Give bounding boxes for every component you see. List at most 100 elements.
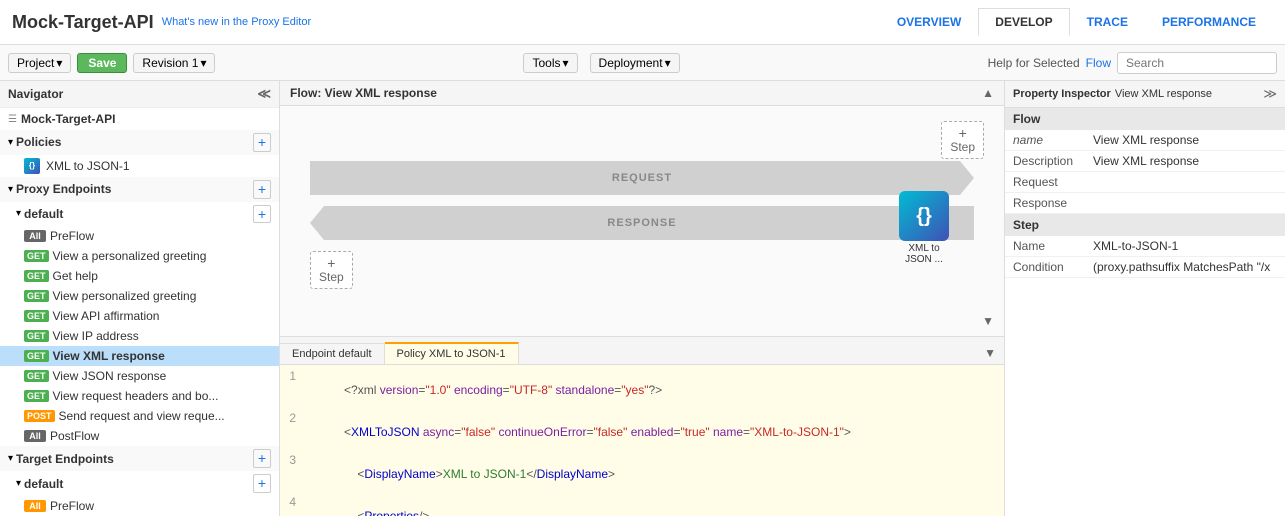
section-target-endpoints[interactable]: ▾ Target Endpoints + [0, 446, 279, 471]
help-label: Help for Selected [988, 56, 1080, 70]
target-endpoints-label: Target Endpoints [16, 452, 114, 466]
nav-view-api-affirmation[interactable]: GET View API affirmation [0, 306, 279, 326]
flow-scroll-up[interactable]: ▲ [982, 86, 994, 100]
tab-trace[interactable]: TRACE [1070, 8, 1145, 36]
flow-title: Flow: View XML response [290, 86, 437, 100]
nav-root-item[interactable]: ☰ Mock-Target-API [0, 108, 279, 130]
request-lane: REQUEST [310, 161, 974, 195]
target-default-section[interactable]: ▾ default + [0, 471, 279, 496]
nav-view-personalized-greeting[interactable]: GET View personalized greeting [0, 286, 279, 306]
nav-view-ip[interactable]: GET View IP address [0, 326, 279, 346]
tab-develop[interactable]: DEVELOP [978, 8, 1069, 36]
tab-performance[interactable]: PERFORMANCE [1145, 8, 1273, 36]
nav-view-json-response[interactable]: GET View JSON response [0, 366, 279, 386]
nav-target-preflow[interactable]: All PreFlow [0, 496, 279, 516]
line-num-1: 1 [280, 369, 304, 411]
prop-title: Property Inspector [1013, 88, 1111, 100]
section-proxy-endpoints[interactable]: ▾ Proxy Endpoints + [0, 177, 279, 202]
search-input[interactable] [1117, 52, 1277, 74]
prop-expand[interactable]: ≫ [1263, 86, 1277, 102]
prop-section-flow-title: Flow [1005, 108, 1285, 130]
policies-add[interactable]: + [253, 133, 271, 152]
nav-view-xml-response[interactable]: GET View XML response [0, 346, 279, 366]
code-area: Endpoint default Policy XML to JSON-1 ▼ … [280, 336, 1004, 516]
step-add-top[interactable]: + Step [941, 121, 984, 159]
flow-canvas-area: Flow: View XML response ▲ + Step REQUEST… [280, 81, 1004, 336]
property-inspector: Property Inspector View XML response ≫ F… [1005, 81, 1285, 516]
proxy-default-label: default [24, 207, 63, 221]
tab-policy-xml[interactable]: Policy XML to JSON-1 [385, 342, 519, 364]
line-num-4: 4 [280, 495, 304, 516]
revision-button[interactable]: Revision 1▾ [133, 53, 215, 73]
prop-row-step-name: Name XML-to-JSON-1 [1005, 236, 1285, 257]
nav-post-send-request[interactable]: POST Send request and view reque... [0, 406, 279, 426]
code-tabs-bar: Endpoint default Policy XML to JSON-1 ▼ [280, 337, 1004, 365]
flow-scroll-down[interactable]: ▼ [982, 314, 994, 328]
proxy-default-section[interactable]: ▾ default + [0, 202, 279, 227]
line-num-2: 2 [280, 411, 304, 453]
code-line-4: 4 <Properties/> [280, 495, 1004, 516]
prop-subtitle: View XML response [1115, 88, 1212, 100]
line-num-3: 3 [280, 453, 304, 495]
project-button[interactable]: Project▾ [8, 53, 71, 73]
header: Mock-Target-API What's new in the Proxy … [0, 0, 1285, 45]
nav-preflow-all[interactable]: All PreFlow [0, 226, 279, 246]
whats-new-link[interactable]: What's new in the Proxy Editor [162, 16, 311, 28]
proxy-endpoints-label: Proxy Endpoints [16, 182, 111, 196]
prop-flow-section: Flow name View XML response Description … [1005, 108, 1285, 214]
target-endpoints-add[interactable]: + [253, 449, 271, 468]
prop-val-name: View XML response [1093, 133, 1199, 147]
prop-section-step-title: Step [1005, 214, 1285, 236]
code-body: 1 <?xml version="1.0" encoding="UTF-8" s… [280, 365, 1004, 516]
flow-header: Flow: View XML response ▲ [280, 81, 1004, 106]
prop-key-description: Description [1013, 154, 1093, 168]
prop-key-response: Response [1013, 196, 1093, 210]
proxy-default-add[interactable]: + [253, 205, 271, 224]
target-default-label: default [24, 477, 63, 491]
prop-header: Property Inspector View XML response ≫ [1005, 81, 1285, 108]
policy-xml-json[interactable]: {} XML to JSON-1 [0, 155, 279, 177]
nav-view-greeting[interactable]: GET View a personalized greeting [0, 246, 279, 266]
toolbar: Project▾ Save Revision 1▾ Tools▾ Deploym… [0, 45, 1285, 81]
proxy-endpoints-add[interactable]: + [253, 180, 271, 199]
tab-overview[interactable]: OVERVIEW [880, 8, 978, 36]
flow-link[interactable]: Flow [1086, 56, 1111, 70]
main-layout: Navigator ≪ ☰ Mock-Target-API ▾ Policies… [0, 81, 1285, 516]
prop-row-response: Response [1005, 193, 1285, 214]
nav-postflow[interactable]: All PostFlow [0, 426, 279, 446]
nav-view-request-headers[interactable]: GET View request headers and bo... [0, 386, 279, 406]
policies-label: Policies [16, 135, 61, 149]
prop-key-condition: Condition [1013, 260, 1093, 274]
prop-key-step-name: Name [1013, 239, 1093, 253]
tools-button[interactable]: Tools▾ [523, 53, 577, 73]
line-content-2: <XMLToJSON async="false" continueOnError… [304, 411, 851, 453]
code-scroll-btn[interactable]: ▼ [976, 342, 1004, 364]
code-line-2: 2 <XMLToJSON async="false" continueOnErr… [280, 411, 1004, 453]
prop-val-step-name: XML-to-JSON-1 [1093, 239, 1178, 253]
line-content-1: <?xml version="1.0" encoding="UTF-8" sta… [304, 369, 662, 411]
section-policies[interactable]: ▾ Policies + [0, 130, 279, 155]
prop-row-request: Request [1005, 172, 1285, 193]
step-add-bottom[interactable]: + Step [310, 251, 353, 289]
prop-val-description: View XML response [1093, 154, 1199, 168]
prop-row-description: Description View XML response [1005, 151, 1285, 172]
code-line-3: 3 <DisplayName>XML to JSON-1</DisplayNam… [280, 453, 1004, 495]
tab-endpoint-default[interactable]: Endpoint default [280, 343, 385, 364]
prop-val-condition: (proxy.pathsuffix MatchesPath "/x [1093, 260, 1270, 274]
request-label: REQUEST [612, 172, 672, 184]
policy-step-xml-json[interactable]: {} XML to JSON ... [899, 191, 949, 265]
nav-get-help[interactable]: GET Get help [0, 266, 279, 286]
navigator-panel: Navigator ≪ ☰ Mock-Target-API ▾ Policies… [0, 81, 280, 516]
prop-key-request: Request [1013, 175, 1093, 189]
navigator-header: Navigator ≪ [0, 81, 279, 108]
target-default-add[interactable]: + [253, 474, 271, 493]
line-content-4: <Properties/> [304, 495, 429, 516]
save-button[interactable]: Save [77, 53, 127, 73]
prop-key-name: name [1013, 133, 1093, 147]
policy-icon: {} [899, 191, 949, 241]
app-title: Mock-Target-API [12, 12, 154, 33]
navigator-collapse[interactable]: ≪ [257, 86, 271, 102]
prop-step-section: Step Name XML-to-JSON-1 Condition (proxy… [1005, 214, 1285, 278]
prop-row-condition: Condition (proxy.pathsuffix MatchesPath … [1005, 257, 1285, 278]
deployment-button[interactable]: Deployment▾ [590, 53, 680, 73]
